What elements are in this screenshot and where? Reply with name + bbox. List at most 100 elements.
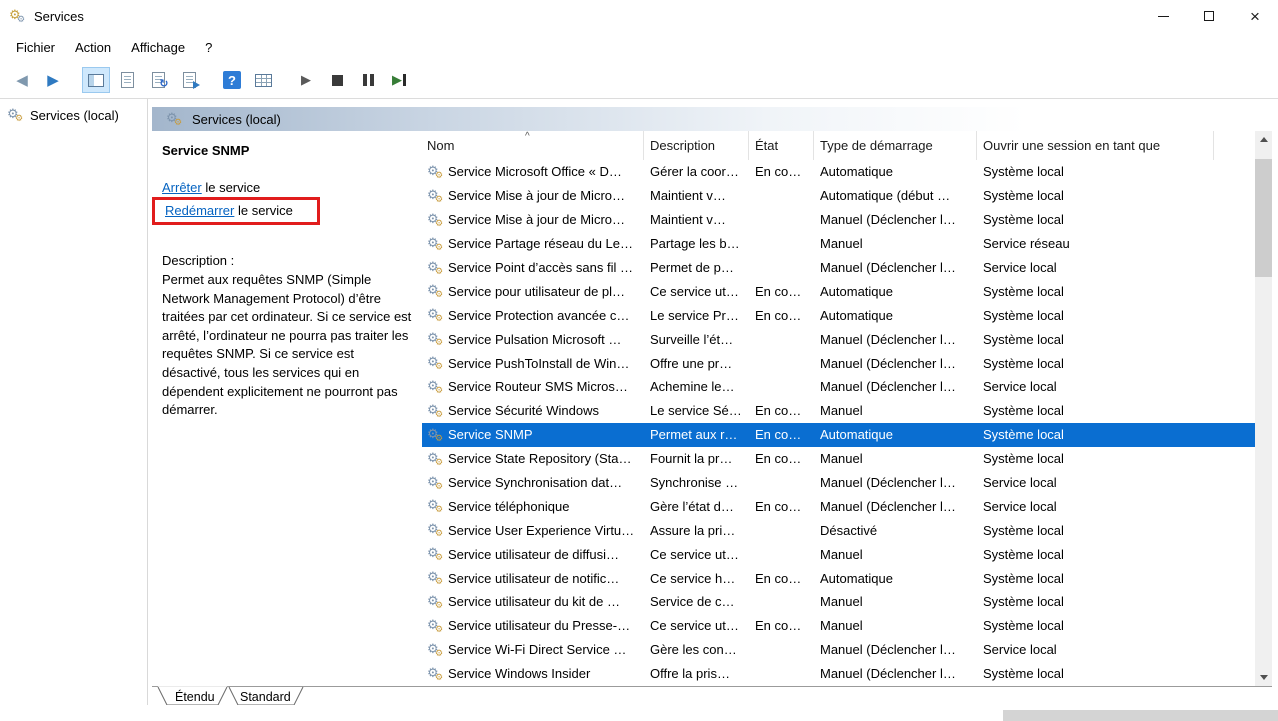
- service-startup-type-cell: Automatique: [814, 423, 977, 447]
- column-header-nom[interactable]: Nom ^: [422, 131, 644, 160]
- export-list-button[interactable]: [175, 67, 203, 93]
- service-name-cell: ⚙⚙ Service utilisateur de notific…: [422, 566, 644, 590]
- extended-detail-pane: Service SNMP Arrêter le service Redémarr…: [152, 131, 422, 686]
- service-logon-cell: Service local: [977, 494, 1214, 518]
- show-console-tree-button[interactable]: [82, 67, 110, 93]
- service-logon-cell: Système local: [977, 184, 1214, 208]
- service-description-cell: Ce service h…: [644, 566, 749, 590]
- table-row[interactable]: ⚙⚙ Service Point d’accès sans fil … Perm…: [422, 256, 1255, 280]
- service-name: Service pour utilisateur de pl…: [448, 284, 625, 299]
- properties-button[interactable]: [113, 67, 141, 93]
- service-logon-cell: Système local: [977, 566, 1214, 590]
- column-header-description[interactable]: Description: [644, 131, 749, 160]
- refresh-button[interactable]: ↻: [144, 67, 172, 93]
- table-row[interactable]: ⚙⚙ Service User Experience Virtu… Assure…: [422, 518, 1255, 542]
- window-title: Services: [34, 9, 84, 24]
- table-row[interactable]: ⚙⚙ Service Protection avancée c… Le serv…: [422, 303, 1255, 327]
- service-state-cell: [749, 471, 814, 495]
- tab-etendu[interactable]: Étendu: [158, 687, 227, 705]
- service-state-cell: [749, 256, 814, 280]
- service-name-cell: ⚙⚙ Service Mise à jour de Micro…: [422, 208, 644, 232]
- table-row[interactable]: ⚙⚙ Service utilisateur de notific… Ce se…: [422, 566, 1255, 590]
- table-row[interactable]: ⚙⚙ Service utilisateur du Presse-… Ce se…: [422, 614, 1255, 638]
- maximize-button[interactable]: [1186, 0, 1232, 32]
- service-description-cell: Service de c…: [644, 590, 749, 614]
- service-gear-icon: ⚙⚙: [426, 471, 446, 495]
- tree-item-services-local[interactable]: ⚙ ⚙ Services (local): [0, 104, 147, 126]
- scroll-track[interactable]: [1255, 148, 1272, 669]
- table-row[interactable]: ⚙⚙ Service Pulsation Microsoft … Surveil…: [422, 327, 1255, 351]
- menu-item-help[interactable]: ?: [195, 36, 222, 59]
- table-row[interactable]: ⚙⚙ Service Windows Insider Offre la pris…: [422, 662, 1255, 686]
- minimize-icon: [1158, 16, 1169, 17]
- back-button[interactable]: ◀: [8, 67, 36, 93]
- table-row[interactable]: ⚙⚙ Service Partage réseau du Le… Partage…: [422, 232, 1255, 256]
- taskbar-fragment: [1003, 710, 1278, 721]
- service-description-cell: Le service Sé…: [644, 399, 749, 423]
- bottom-strip: [0, 705, 1278, 721]
- export-document-icon: [183, 72, 196, 88]
- service-logon-cell: Système local: [977, 447, 1214, 471]
- service-state-cell: En co…: [749, 447, 814, 471]
- table-row[interactable]: ⚙⚙ Service Microsoft Office « D… Gérer l…: [422, 160, 1255, 184]
- table-row[interactable]: ⚙⚙ Service Synchronisation dat… Synchron…: [422, 471, 1255, 495]
- column-header-session[interactable]: Ouvrir une session en tant que: [977, 131, 1214, 160]
- table-row[interactable]: ⚙⚙ Service PushToInstall de Win… Offre u…: [422, 351, 1255, 375]
- table-row[interactable]: ⚙⚙ Service Sécurité Windows Le service S…: [422, 399, 1255, 423]
- stop-service-link[interactable]: Arrêter: [162, 180, 202, 195]
- service-description-cell: Gère l’état d…: [644, 494, 749, 518]
- table-row[interactable]: ⚙⚙ Service Mise à jour de Micro… Maintie…: [422, 208, 1255, 232]
- pause-service-button[interactable]: [354, 67, 382, 93]
- scroll-up-button[interactable]: [1255, 131, 1272, 148]
- table-row[interactable]: ⚙⚙ Service State Repository (Sta… Fourni…: [422, 447, 1255, 471]
- service-startup-type-cell: Manuel: [814, 447, 977, 471]
- table-row[interactable]: ⚙⚙ Service pour utilisateur de pl… Ce se…: [422, 279, 1255, 303]
- close-button[interactable]: ×: [1232, 0, 1278, 32]
- vertical-scrollbar[interactable]: [1255, 131, 1272, 686]
- content-area: ⚙ ⚙ Services (local) ⚙ ⚙ Services (local…: [0, 99, 1278, 705]
- scroll-thumb[interactable]: [1255, 159, 1272, 277]
- table-row[interactable]: ⚙⚙ Service Mise à jour de Micro… Maintie…: [422, 184, 1255, 208]
- service-startup-type-cell: Automatique: [814, 566, 977, 590]
- service-name: Service téléphonique: [448, 499, 569, 514]
- restart-service-link[interactable]: Redémarrer: [165, 203, 234, 218]
- menu-item-affichage[interactable]: Affichage: [121, 36, 195, 59]
- forward-button[interactable]: ▶: [39, 67, 67, 93]
- console-tree-panel: ⚙ ⚙ Services (local): [0, 99, 148, 705]
- service-state-cell: [749, 351, 814, 375]
- table-row[interactable]: ⚙⚙ Service Routeur SMS Micros… Achemine …: [422, 375, 1255, 399]
- menu-item-action[interactable]: Action: [65, 36, 121, 59]
- service-name-cell: ⚙⚙ Service téléphonique: [422, 494, 644, 518]
- table-row[interactable]: ⚙⚙ Service SNMP Permet aux r… En co… Aut…: [422, 423, 1255, 447]
- service-name-cell: ⚙⚙ Service Mise à jour de Micro…: [422, 184, 644, 208]
- service-gear-icon: ⚙⚙: [426, 303, 446, 327]
- toolbar: ◀ ▶ ↻ ? ▶ ▶: [0, 62, 1278, 99]
- tab-standard[interactable]: Standard: [229, 687, 303, 705]
- minimize-button[interactable]: [1140, 0, 1186, 32]
- help-button[interactable]: ?: [218, 67, 246, 93]
- table-row[interactable]: ⚙⚙ Service utilisateur de diffusi… Ce se…: [422, 542, 1255, 566]
- service-name: Service Point d’accès sans fil …: [448, 260, 633, 275]
- service-startup-type-cell: Manuel (Déclencher l…: [814, 208, 977, 232]
- table-row[interactable]: ⚙⚙ Service téléphonique Gère l’état d… E…: [422, 494, 1255, 518]
- column-header-etat[interactable]: État: [749, 131, 814, 160]
- service-logon-cell: Service local: [977, 375, 1214, 399]
- start-service-button[interactable]: ▶: [292, 67, 320, 93]
- snapin-header: ⚙ ⚙ Services (local): [152, 107, 1272, 131]
- restart-service-button[interactable]: ▶: [385, 67, 413, 93]
- table-row[interactable]: ⚙⚙ Service Wi-Fi Direct Service … Gère l…: [422, 638, 1255, 662]
- table-row[interactable]: ⚙⚙ Service utilisateur du kit de … Servi…: [422, 590, 1255, 614]
- service-description-cell: Achemine le…: [644, 375, 749, 399]
- service-name: Service Sécurité Windows: [448, 403, 599, 418]
- table-icon: [255, 74, 272, 87]
- stop-service-button[interactable]: [323, 67, 351, 93]
- restart-service-suffix: le service: [234, 203, 293, 218]
- scroll-down-button[interactable]: [1255, 669, 1272, 686]
- column-header-type-demarrage[interactable]: Type de démarrage: [814, 131, 977, 160]
- service-gear-icon: ⚙⚙: [426, 375, 446, 399]
- service-startup-type-cell: Manuel (Déclencher l…: [814, 375, 977, 399]
- service-logon-cell: Système local: [977, 399, 1214, 423]
- list-view-button[interactable]: [249, 67, 277, 93]
- help-icon: ?: [223, 71, 241, 89]
- menu-item-fichier[interactable]: Fichier: [6, 36, 65, 59]
